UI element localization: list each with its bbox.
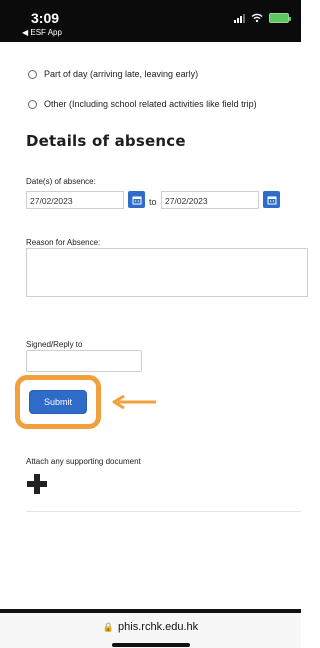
url-text: phis.rchk.edu.hk bbox=[118, 621, 199, 633]
date-from-input[interactable]: 27/02/2023 bbox=[26, 191, 124, 209]
reason-textarea[interactable] bbox=[26, 248, 308, 297]
app-screen: 3:09 ◀ ESF App Part of day (arriving lat… bbox=[0, 0, 308, 648]
cellular-signal-icon bbox=[234, 13, 245, 23]
status-icons bbox=[234, 13, 291, 23]
browser-url-bar[interactable]: 🔒 phis.rchk.edu.hk bbox=[0, 613, 301, 648]
radio-button[interactable] bbox=[28, 69, 37, 79]
status-time: 3:09 bbox=[31, 10, 60, 26]
battery-charging-icon bbox=[269, 13, 291, 23]
attach-label: Attach any supporting document bbox=[26, 457, 141, 466]
date-to-input[interactable]: 27/02/2023 bbox=[161, 191, 259, 209]
calendar-icon bbox=[132, 196, 141, 204]
date-from-calendar-button[interactable] bbox=[128, 191, 145, 208]
url-display[interactable]: 🔒 phis.rchk.edu.hk bbox=[0, 621, 301, 633]
submit-button[interactable]: Submit bbox=[29, 390, 87, 414]
option-part-of-day[interactable]: Part of day (arriving late, leaving earl… bbox=[28, 69, 198, 79]
calendar-icon bbox=[267, 196, 276, 204]
back-to-app-link[interactable]: ◀ ESF App bbox=[22, 28, 62, 37]
arrow-annotation-icon bbox=[112, 395, 156, 409]
home-indicator[interactable] bbox=[112, 643, 190, 647]
date-range-separator: to bbox=[149, 197, 157, 207]
status-bar: 3:09 ◀ ESF App bbox=[0, 0, 301, 42]
section-title: Details of absence bbox=[26, 132, 186, 150]
date-to-calendar-button[interactable] bbox=[263, 191, 280, 208]
option-label: Other (Including school related activiti… bbox=[44, 99, 257, 109]
option-other[interactable]: Other (Including school related activiti… bbox=[28, 99, 257, 109]
dates-label: Date(s) of absence: bbox=[26, 177, 96, 186]
option-label: Part of day (arriving late, leaving earl… bbox=[44, 69, 199, 79]
reason-label: Reason for Absence: bbox=[26, 238, 101, 247]
divider bbox=[26, 511, 301, 512]
lock-icon: 🔒 bbox=[102, 622, 115, 632]
signed-label: Signed/Reply to bbox=[26, 340, 83, 349]
wifi-icon bbox=[251, 13, 263, 23]
signed-reply-input[interactable] bbox=[26, 350, 142, 372]
add-attachment-plus-icon[interactable] bbox=[25, 472, 49, 496]
radio-button[interactable] bbox=[28, 99, 37, 109]
